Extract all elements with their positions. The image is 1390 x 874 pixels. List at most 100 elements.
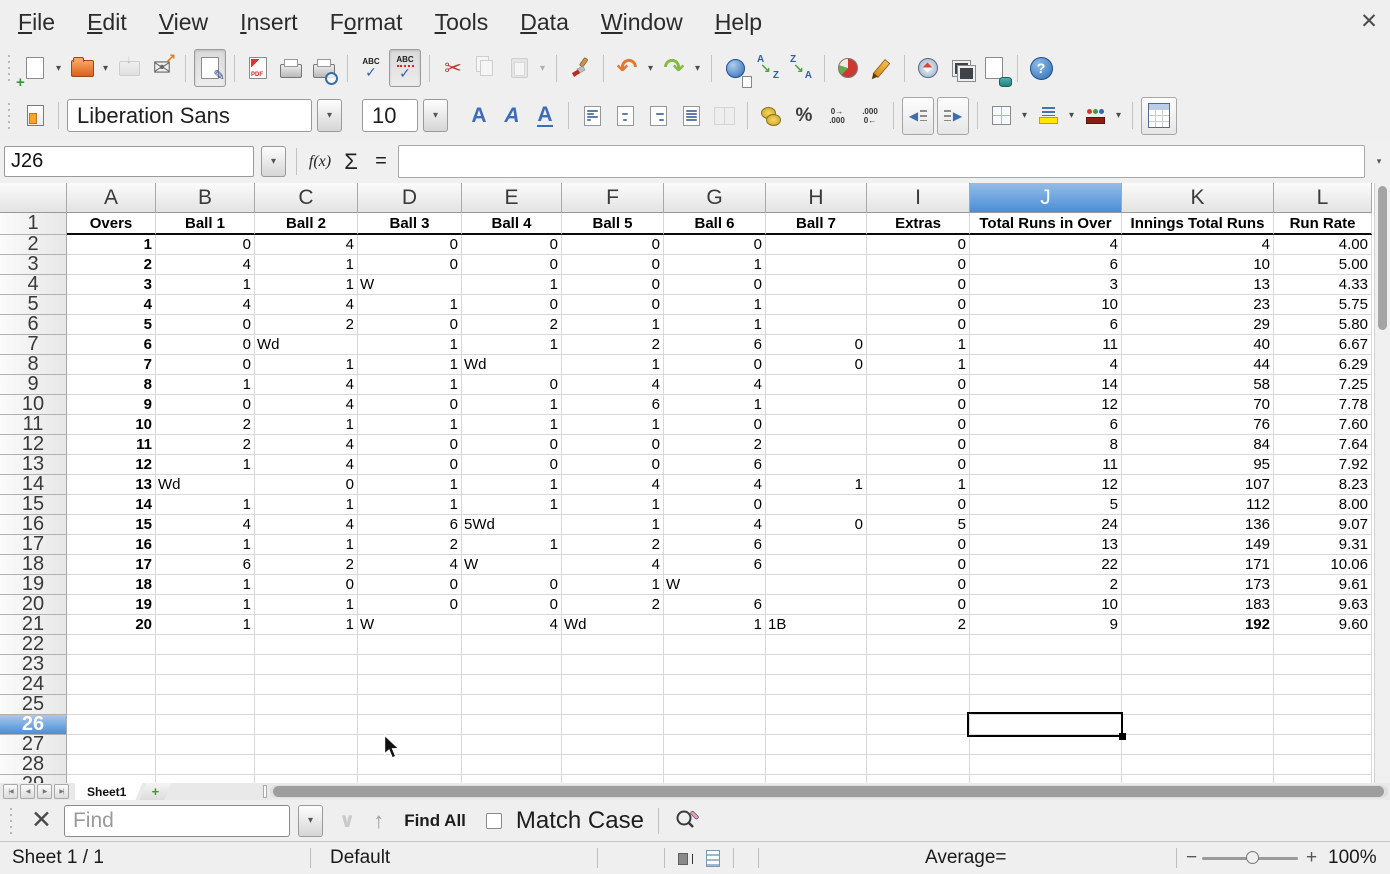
cell-D21[interactable]: W [358,615,462,635]
gallery-button[interactable] [946,50,976,86]
cell-B3[interactable]: 4 [156,255,255,275]
cell-G29[interactable] [664,775,766,783]
cell-D4[interactable]: W [358,275,462,295]
cell-J2[interactable]: 4 [970,235,1122,255]
cell-H3[interactable] [766,255,867,275]
cell-L20[interactable]: 9.63 [1274,595,1372,615]
vertical-scrollbar-thumb[interactable] [1378,186,1387,330]
email-button[interactable]: ✉↗ [147,50,177,86]
cell-I17[interactable]: 0 [867,535,970,555]
cell-J7[interactable]: 11 [970,335,1122,355]
cell-H4[interactable] [766,275,867,295]
cell-I29[interactable] [867,775,970,783]
cell-B16[interactable]: 4 [156,515,255,535]
cell-K14[interactable]: 107 [1122,475,1274,495]
align-left-button[interactable] [577,98,607,134]
cell-G11[interactable]: 0 [664,415,766,435]
cell-H10[interactable] [766,395,867,415]
cell-A28[interactable] [67,755,156,775]
cell-F15[interactable]: 1 [562,495,664,515]
tab-sheet1[interactable]: Sheet1 [75,783,142,800]
cell-H18[interactable] [766,555,867,575]
paste-button[interactable] [504,50,534,86]
cell-A14[interactable]: 13 [67,475,156,495]
column-header-B[interactable]: B [156,183,255,213]
cell-H27[interactable] [766,735,867,755]
row-header-6[interactable]: 6 [0,315,67,335]
cell-E6[interactable]: 2 [462,315,562,335]
cell-D18[interactable]: 4 [358,555,462,575]
cell-A23[interactable] [67,655,156,675]
cell-E12[interactable]: 0 [462,435,562,455]
cut-button[interactable]: ✂ [438,50,468,86]
cell-K18[interactable]: 171 [1122,555,1274,575]
cell-F14[interactable]: 4 [562,475,664,495]
cell-G9[interactable]: 4 [664,375,766,395]
cell-J20[interactable]: 10 [970,595,1122,615]
cell-H12[interactable] [766,435,867,455]
cell-L19[interactable]: 9.61 [1274,575,1372,595]
cell-E27[interactable] [462,735,562,755]
cell-B14[interactable]: Wd [156,475,255,495]
cell-D6[interactable]: 0 [358,315,462,335]
cell-H13[interactable] [766,455,867,475]
cell-L29[interactable] [1274,775,1372,783]
cell-H8[interactable]: 0 [766,355,867,375]
cell-E20[interactable]: 0 [462,595,562,615]
cell-A18[interactable]: 17 [67,555,156,575]
cell-K19[interactable]: 173 [1122,575,1274,595]
cell-B23[interactable] [156,655,255,675]
menu-tools[interactable]: Tools [419,9,505,36]
cell-L2[interactable]: 4.00 [1274,235,1372,255]
cell-I8[interactable]: 1 [867,355,970,375]
cell-C24[interactable] [255,675,358,695]
cell-F10[interactable]: 6 [562,395,664,415]
menu-window[interactable]: Window [585,9,699,36]
document-modified-icon[interactable] [706,850,720,867]
row-header-1[interactable]: 1 [0,213,67,235]
cell-I1[interactable]: Extras [867,213,970,235]
open-button[interactable] [67,50,97,86]
cell-B19[interactable]: 1 [156,575,255,595]
align-right-button[interactable] [643,98,673,134]
cell-K26[interactable] [1122,715,1274,735]
cell-G22[interactable] [664,635,766,655]
cell-L15[interactable]: 8.00 [1274,495,1372,515]
cell-K13[interactable]: 95 [1122,455,1274,475]
cell-E28[interactable] [462,755,562,775]
cell-F7[interactable]: 2 [562,335,664,355]
cell-H28[interactable] [766,755,867,775]
cell-L27[interactable] [1274,735,1372,755]
cell-G1[interactable]: Ball 6 [664,213,766,235]
cell-E1[interactable]: Ball 4 [462,213,562,235]
cell-E24[interactable] [462,675,562,695]
row-header-4[interactable]: 4 [0,275,67,295]
cell-K7[interactable]: 40 [1122,335,1274,355]
cell-A11[interactable]: 10 [67,415,156,435]
cell-I23[interactable] [867,655,970,675]
cell-I10[interactable]: 0 [867,395,970,415]
cell-H11[interactable] [766,415,867,435]
cell-K5[interactable]: 23 [1122,295,1274,315]
cell-F27[interactable] [562,735,664,755]
cell-L18[interactable]: 10.06 [1274,555,1372,575]
find-and-replace-button[interactable] [673,808,701,834]
cell-I9[interactable]: 0 [867,375,970,395]
column-header-H[interactable]: H [766,183,867,213]
cell-F22[interactable] [562,635,664,655]
cell-F4[interactable]: 0 [562,275,664,295]
cell-D2[interactable]: 0 [358,235,462,255]
cell-F11[interactable]: 1 [562,415,664,435]
border-color-dropdown-arrow-icon[interactable]: ▾ [1113,110,1124,121]
new-dropdown-arrow-icon[interactable]: ▾ [53,63,64,74]
cell-G2[interactable]: 0 [664,235,766,255]
sum-button[interactable]: Σ [338,144,364,180]
cell-B27[interactable] [156,735,255,755]
cell-F26[interactable] [562,715,664,735]
cell-B28[interactable] [156,755,255,775]
row-header-11[interactable]: 11 [0,415,67,435]
cell-F1[interactable]: Ball 5 [562,213,664,235]
cell-G28[interactable] [664,755,766,775]
name-box[interactable] [4,146,254,177]
cell-L11[interactable]: 7.60 [1274,415,1372,435]
